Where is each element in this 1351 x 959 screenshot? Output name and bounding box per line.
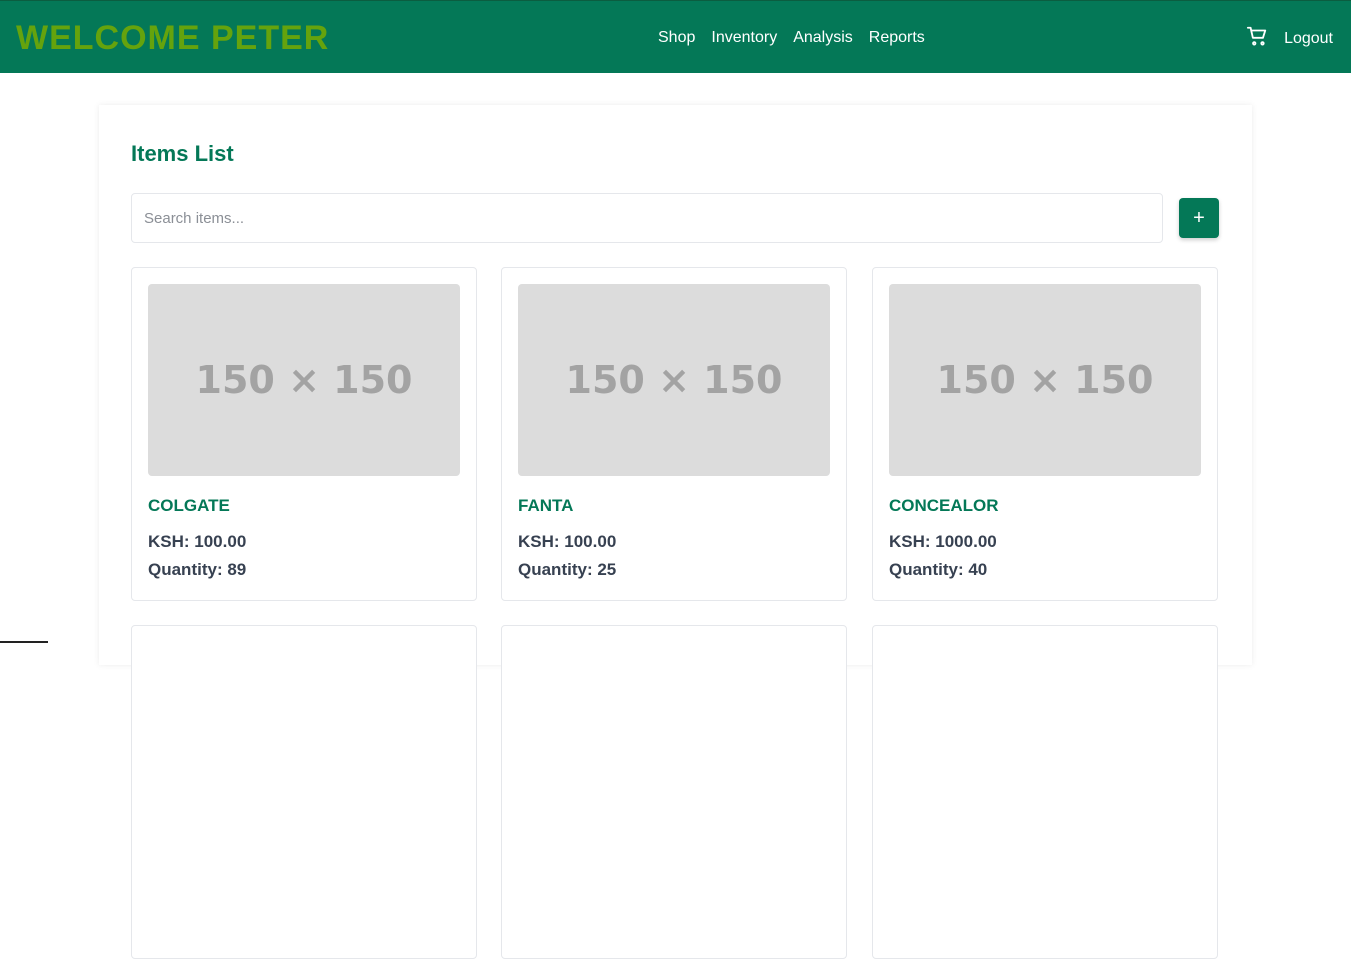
nav-analysis[interactable]: Analysis xyxy=(785,27,861,49)
header-actions: Logout xyxy=(1246,25,1333,52)
item-card-partial[interactable] xyxy=(131,625,477,959)
item-quantity: Quantity: 89 xyxy=(148,560,247,579)
brand-title: WELCOME PETER xyxy=(16,19,330,57)
cart-icon[interactable] xyxy=(1246,25,1268,52)
items-panel: Items List + 150 × 150 COLGATE KSH: 100.… xyxy=(99,105,1252,959)
item-quantity: Quantity: 40 xyxy=(889,560,988,579)
item-price: KSH: 1000.00 xyxy=(889,532,997,551)
logout-link[interactable]: Logout xyxy=(1284,28,1333,50)
item-name: CONCEALOR xyxy=(889,496,999,515)
item-card[interactable]: 150 × 150 COLGATE KSH: 100.00 Quantity: … xyxy=(131,267,477,601)
item-image-placeholder: 150 × 150 xyxy=(889,284,1201,476)
item-price: KSH: 100.00 xyxy=(148,532,247,551)
item-name: COLGATE xyxy=(148,496,230,515)
item-image-placeholder: 150 × 150 xyxy=(518,284,830,476)
top-navbar: WELCOME PETER Shop Inventory Analysis Re… xyxy=(0,0,1351,73)
item-card[interactable]: 150 × 150 CONCEALOR KSH: 1000.00 Quantit… xyxy=(872,267,1218,601)
search-input[interactable] xyxy=(131,193,1163,243)
item-name: FANTA xyxy=(518,496,574,515)
item-quantity: Quantity: 25 xyxy=(518,560,617,579)
item-image-placeholder: 150 × 150 xyxy=(148,284,460,476)
nav-shop[interactable]: Shop xyxy=(650,27,703,49)
nav-reports[interactable]: Reports xyxy=(861,27,933,49)
page-title: Items List xyxy=(131,141,234,166)
nav-inventory[interactable]: Inventory xyxy=(703,27,785,49)
main-nav: Shop Inventory Analysis Reports xyxy=(650,27,933,49)
item-card[interactable]: 150 × 150 FANTA KSH: 100.00 Quantity: 25 xyxy=(501,267,847,601)
item-card-partial[interactable] xyxy=(872,625,1218,959)
item-price: KSH: 100.00 xyxy=(518,532,617,551)
item-card-partial[interactable] xyxy=(501,625,847,959)
add-item-button[interactable]: + xyxy=(1179,198,1219,238)
